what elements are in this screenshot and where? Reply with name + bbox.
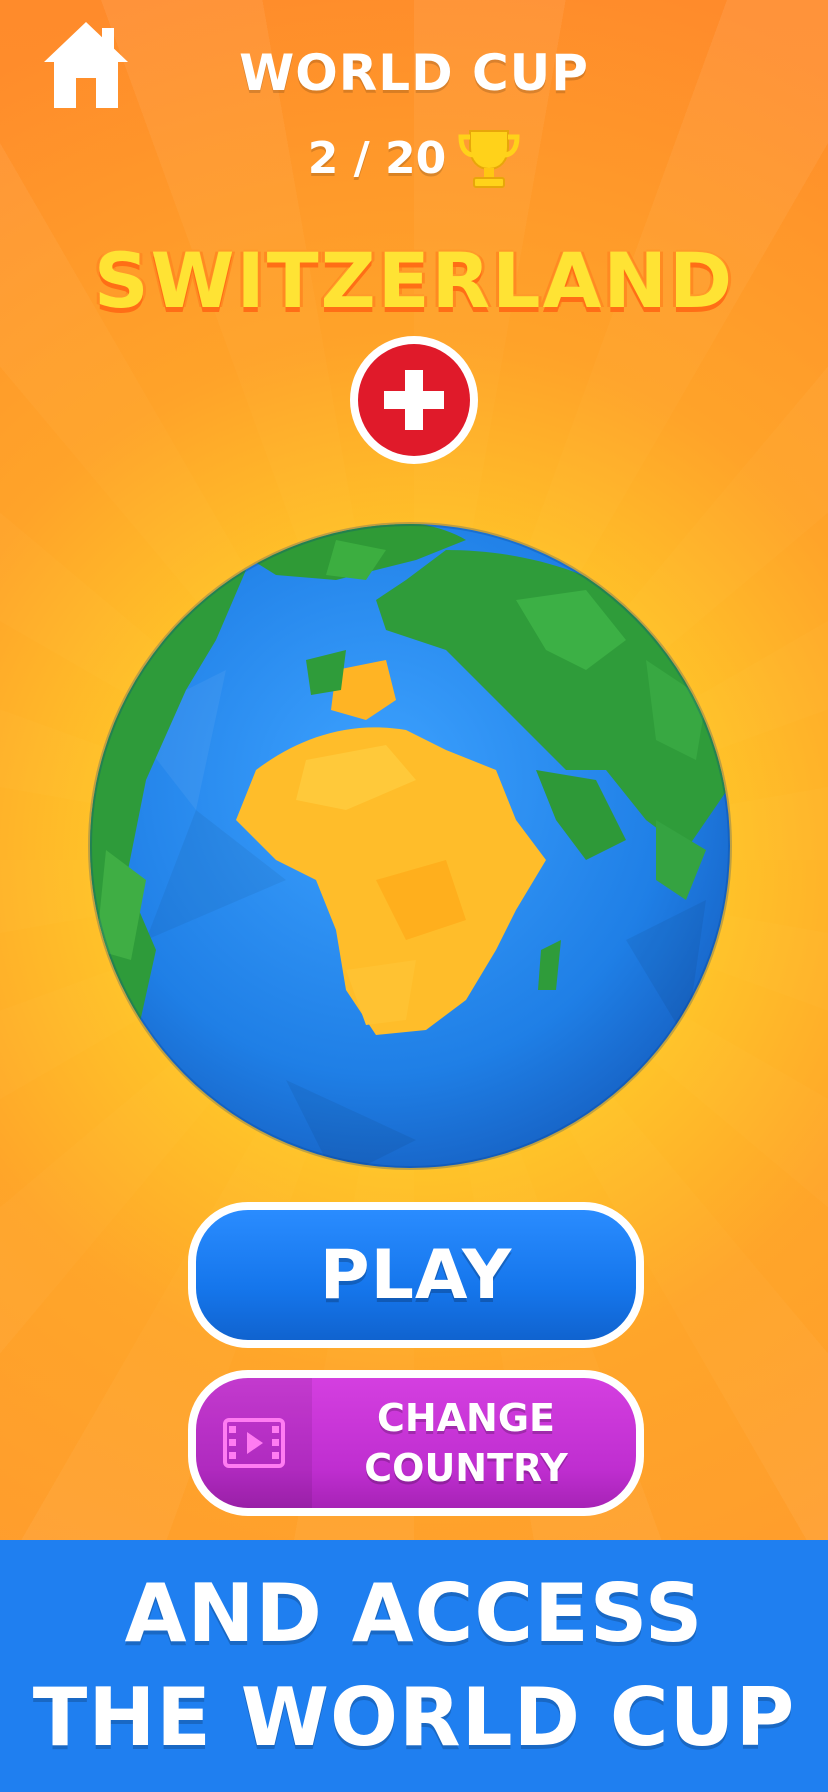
progress-row: 2 / 20 — [250, 118, 580, 198]
world-cup-title: WORLD CUP — [239, 44, 589, 102]
switzerland-flag-icon — [350, 336, 478, 464]
country-name: SWITZERLAND — [93, 236, 735, 325]
change-country-label: CHANGE COUNTRY — [364, 1396, 568, 1490]
video-icon — [223, 1418, 285, 1468]
home-icon[interactable] — [40, 18, 132, 112]
trophy-icon — [458, 130, 520, 188]
video-ad-section — [196, 1378, 312, 1508]
globe — [88, 522, 732, 1170]
promo-banner: AND ACCESS THE WORLD CUP — [0, 1540, 828, 1792]
change-country-button[interactable]: CHANGE COUNTRY — [188, 1370, 644, 1516]
play-button[interactable]: PLAY — [188, 1202, 644, 1348]
progress-counter: 2 / 20 — [307, 132, 447, 184]
promo-banner-text: AND ACCESS THE WORLD CUP — [32, 1567, 796, 1764]
